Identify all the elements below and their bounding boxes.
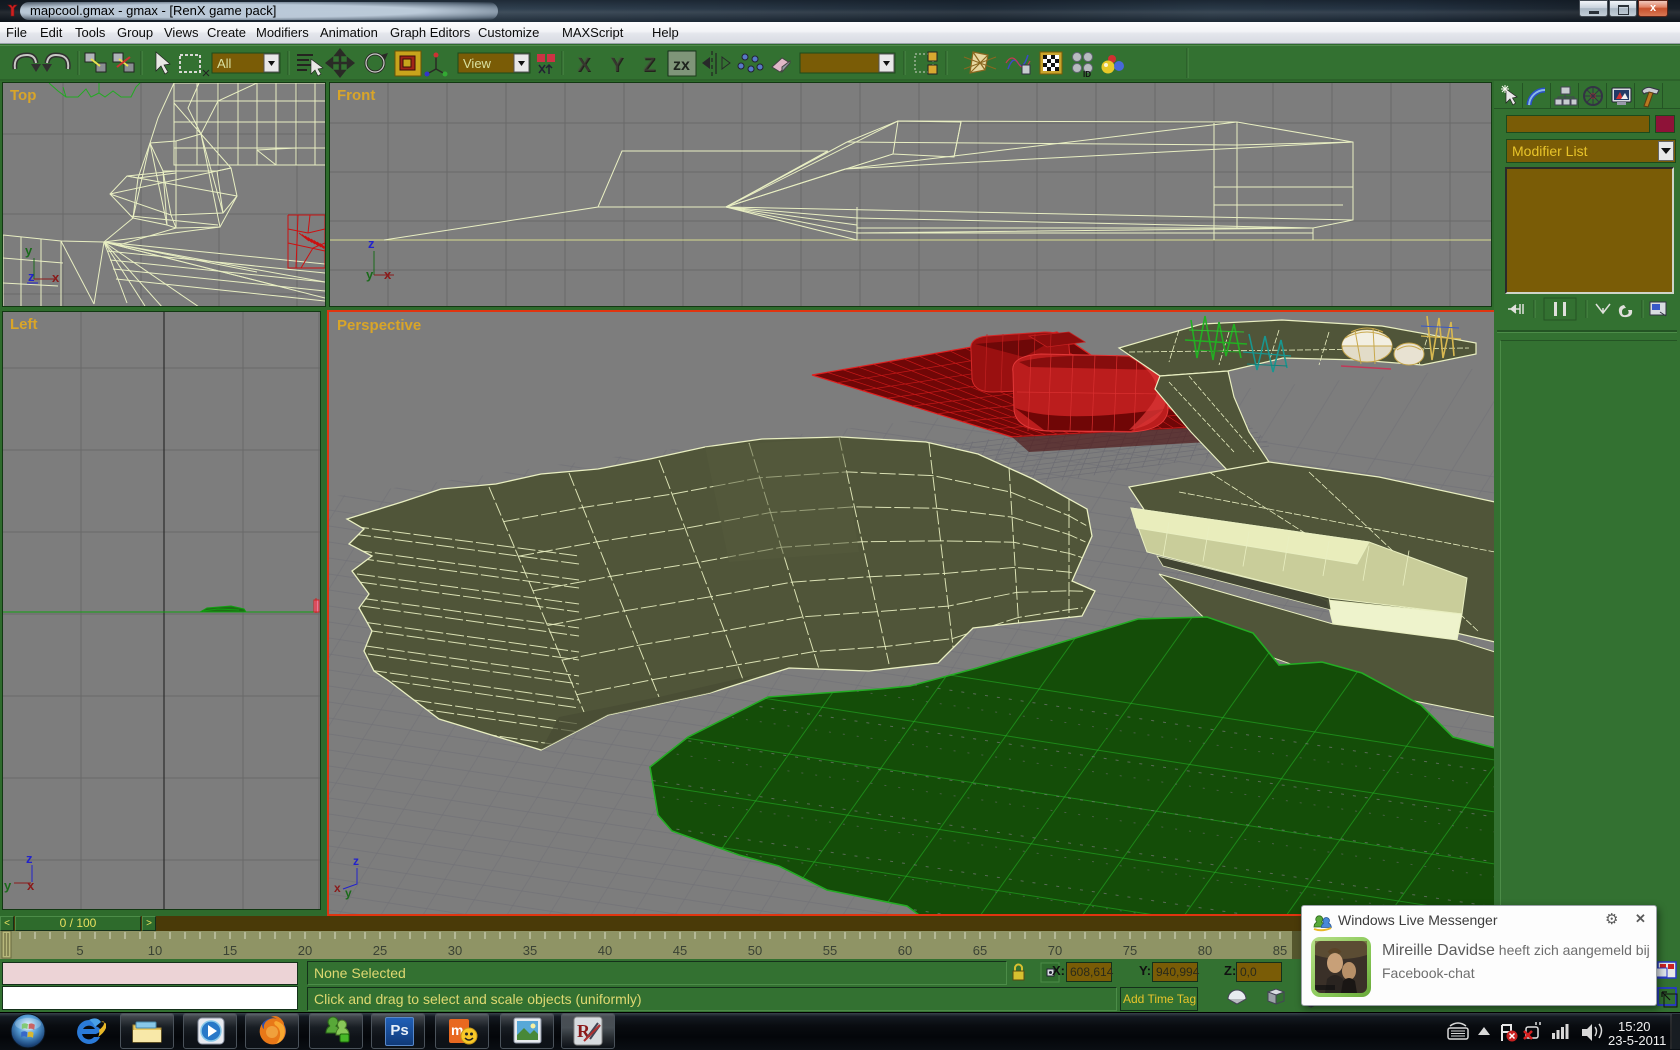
svg-text:x: x <box>334 881 341 895</box>
svg-text:z: z <box>26 851 33 866</box>
svg-text:Left: Left <box>10 316 38 333</box>
svg-text:15: 15 <box>223 943 237 958</box>
svg-text:75: 75 <box>1123 943 1137 958</box>
svg-text:55: 55 <box>823 943 837 958</box>
svg-text:50: 50 <box>748 943 762 958</box>
svg-text:35: 35 <box>523 943 537 958</box>
svg-text:25: 25 <box>373 943 387 958</box>
svg-text:60: 60 <box>898 943 912 958</box>
svg-text:X: X <box>577 54 591 76</box>
svg-text:ID: ID <box>1083 70 1091 79</box>
svg-text:zx: zx <box>673 57 690 74</box>
svg-text:30: 30 <box>448 943 462 958</box>
svg-text:5: 5 <box>76 943 83 958</box>
svg-text:z: z <box>353 854 359 868</box>
svg-text:65: 65 <box>973 943 987 958</box>
svg-text:R: R <box>577 1021 591 1041</box>
svg-text:80: 80 <box>1198 943 1212 958</box>
svg-text:10: 10 <box>148 943 162 958</box>
svg-text:45: 45 <box>673 943 687 958</box>
svg-text:z: z <box>368 236 375 251</box>
svg-text:y: y <box>4 878 12 893</box>
svg-text:y: y <box>366 267 374 282</box>
svg-text:15:20: 15:20 <box>1618 1019 1651 1034</box>
svg-text:85: 85 <box>1273 943 1287 958</box>
svg-text:Perspective: Perspective <box>337 317 421 334</box>
svg-text:23-5-2011: 23-5-2011 <box>1608 1033 1666 1048</box>
svg-text:y: y <box>25 243 33 258</box>
svg-text:40: 40 <box>598 943 612 958</box>
svg-text:Y: Y <box>610 54 624 76</box>
svg-text:View: View <box>463 56 492 71</box>
svg-text:Top: Top <box>10 87 36 104</box>
svg-text:x: x <box>52 270 60 285</box>
svg-text:70: 70 <box>1048 943 1062 958</box>
svg-text:x: x <box>27 878 35 893</box>
svg-text:All: All <box>217 56 232 71</box>
svg-text:Z: Z <box>643 54 655 76</box>
svg-text:Front: Front <box>337 87 375 104</box>
svg-text:20: 20 <box>298 943 312 958</box>
